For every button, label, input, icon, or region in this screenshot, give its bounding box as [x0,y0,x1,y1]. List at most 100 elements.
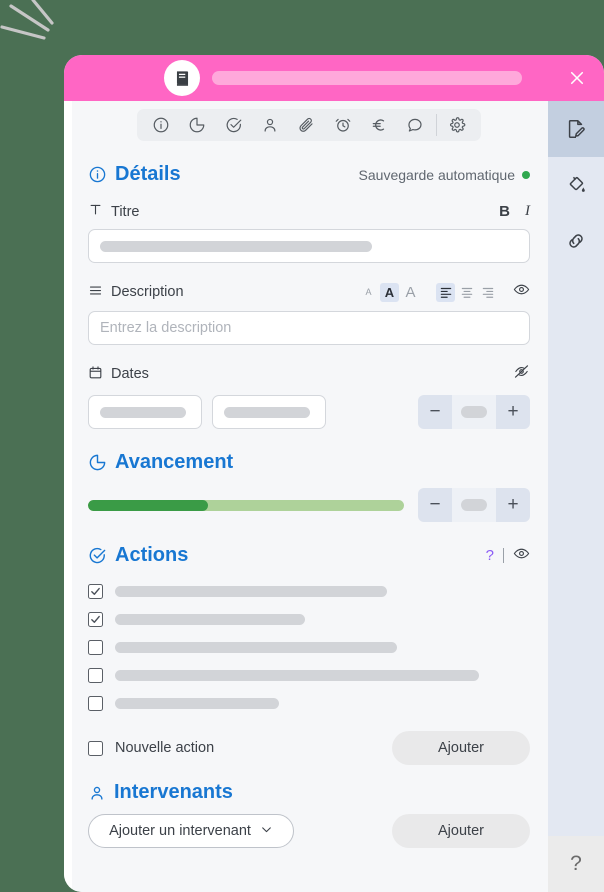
new-action-checkbox[interactable] [88,740,103,756]
window-title-placeholder[interactable] [212,71,522,85]
font-size-group: A A A [359,282,420,302]
eye-off-icon[interactable] [513,363,530,385]
section-icon-toolbar [137,109,481,141]
person-icon[interactable] [252,109,288,141]
autosave-status: Sauvegarde automatique [359,167,530,183]
euro-icon[interactable] [361,109,397,141]
participant-select[interactable]: Ajouter un intervenant [88,814,294,848]
action-item-label-placeholder [115,613,305,625]
new-action-label: Nouvelle action [115,740,215,756]
description-input[interactable]: Entrez la description [88,311,530,345]
alarm-clock-icon[interactable] [325,109,361,141]
action-item-row [88,689,530,717]
link-icon[interactable] [548,213,604,269]
add-action-button[interactable]: Ajouter [392,731,530,765]
actions-help-button[interactable]: ? [486,547,494,564]
action-item-row [88,633,530,661]
date-start-placeholder [100,406,186,418]
progress-increment-button[interactable]: + [496,488,530,522]
left-gutter [64,101,72,892]
text-format-icon [88,202,103,221]
font-size-medium-button[interactable]: A [380,282,399,302]
participants-row: Ajouter un intervenant Ajouter [88,814,530,848]
progress-bar-track[interactable] [88,499,404,511]
align-right-icon[interactable] [478,283,497,302]
eye-icon[interactable] [513,545,530,567]
title-input[interactable] [88,229,530,263]
title-field-header: Titre B I [88,202,530,221]
paperclip-icon[interactable] [288,109,324,141]
action-item-checkbox[interactable] [88,583,103,599]
paint-bucket-icon[interactable] [548,157,604,213]
new-action-row: Nouvelle action Ajouter [88,731,530,765]
toolbar-divider [435,114,437,136]
dates-field-header: Dates [88,363,530,385]
date-end-placeholder [224,406,310,418]
font-size-large-button[interactable]: A [401,283,420,302]
right-toolbar: ? [548,101,604,892]
info-circle-icon [88,165,107,184]
progress-pie-icon[interactable] [179,109,215,141]
document-edit-icon[interactable] [548,101,604,157]
action-item-row [88,605,530,633]
autosave-status-dot [522,170,530,179]
action-item-label-placeholder [115,585,387,597]
dates-label-group: Dates [88,365,149,384]
actions-divider [503,548,504,563]
progress-row: − + [88,488,530,522]
details-header-row: Détails Sauvegarde automatique [88,163,530,186]
dates-decrement-button[interactable]: − [418,395,452,429]
dates-increment-button[interactable]: + [496,395,530,429]
action-item-checkbox[interactable] [88,639,103,655]
progress-stepper: − + [418,488,530,522]
description-format-buttons: A A A [359,281,530,303]
list-lines-icon [88,283,103,302]
actions-header-controls: ? [486,545,530,567]
align-left-icon[interactable] [436,282,455,302]
description-field-header: Description A A A [88,281,530,303]
comment-icon[interactable] [397,109,433,141]
action-item-checkbox[interactable] [88,611,103,627]
window-titlebar [64,55,604,101]
dates-label: Dates [111,366,149,382]
add-participant-button[interactable]: Ajouter [392,814,530,848]
actions-list [88,577,530,717]
description-label: Description [111,284,184,300]
italic-button[interactable]: I [525,203,530,220]
help-button[interactable]: ? [548,836,604,892]
actions-heading-label: Actions [115,544,189,566]
align-center-icon[interactable] [457,283,476,302]
gear-icon[interactable] [439,109,475,141]
action-item-row [88,661,530,689]
actions-header-row: Actions ? [88,544,530,567]
participants-section-header: Intervenants [88,781,530,804]
close-icon[interactable] [564,65,590,91]
action-item-label-placeholder [115,669,479,681]
details-section-header: Détails [88,163,181,186]
title-value-placeholder [100,240,372,252]
eye-icon[interactable] [513,281,530,303]
progress-section-header: Avancement [88,451,530,474]
participant-select-label: Ajouter un intervenant [109,823,251,839]
progress-decrement-button[interactable]: − [418,488,452,522]
bold-button[interactable]: B [499,203,510,220]
date-end-input[interactable] [212,395,326,429]
action-item-checkbox[interactable] [88,695,103,711]
check-circle-icon[interactable] [216,109,252,141]
date-start-input[interactable] [88,395,202,429]
task-detail-card: Détails Sauvegarde automatique Titre B I… [64,55,604,892]
details-heading-label: Détails [115,163,181,185]
description-placeholder: Entrez la description [100,320,232,336]
action-item-label-placeholder [115,641,397,653]
font-size-small-button[interactable]: A [359,283,378,302]
progress-heading-label: Avancement [115,451,234,473]
title-label: Titre [111,203,140,220]
progress-bar-fill [88,499,209,511]
info-icon[interactable] [143,109,179,141]
chevron-down-icon [260,823,273,840]
person-icon [88,784,106,802]
action-item-checkbox[interactable] [88,667,103,683]
title-label-group: Titre [88,202,139,221]
action-item-label-placeholder [115,697,279,709]
description-label-group: Description [88,283,184,302]
